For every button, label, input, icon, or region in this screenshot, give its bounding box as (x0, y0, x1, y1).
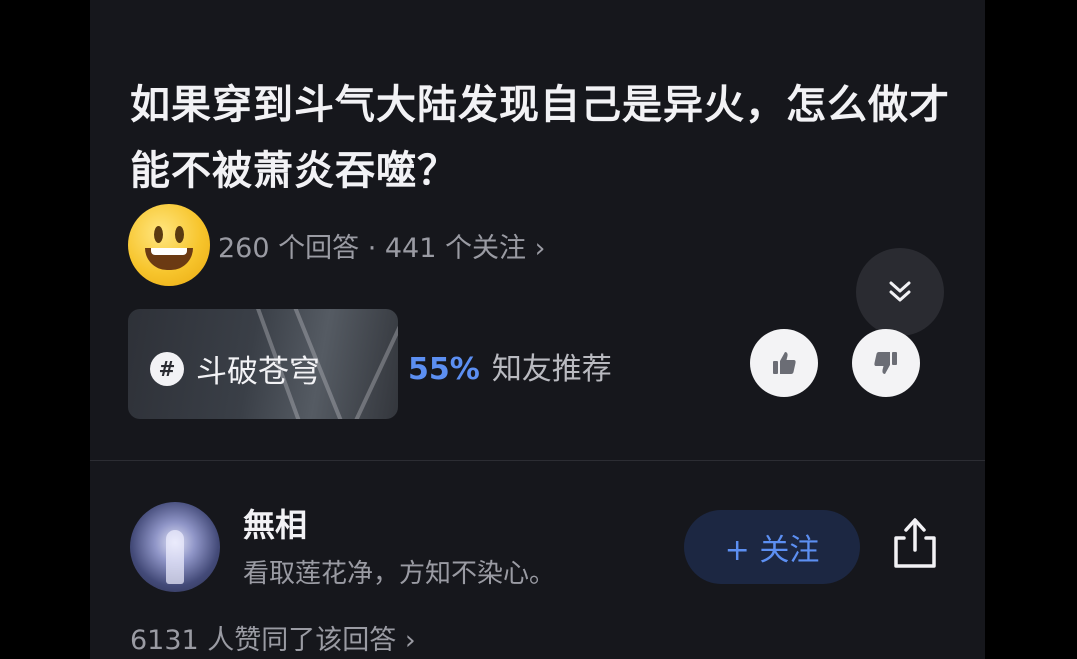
recommendation-text: 知友推荐 (491, 352, 612, 387)
double-chevron-down-icon (889, 281, 911, 302)
section-divider (90, 460, 985, 461)
avatar-figure (166, 530, 184, 584)
answer-screen: 如果穿到斗气大陆发现自己是异火，怎么做才能不被萧炎吞噬？ 260 个回答 · 4… (90, 0, 985, 659)
hash-icon: # (150, 351, 184, 386)
thumbs-down-icon (874, 352, 897, 374)
share-icon (894, 518, 936, 568)
topic-tag: # 斗破苍穹 (150, 346, 320, 391)
topic-card[interactable]: # 斗破苍穹 (128, 309, 398, 419)
emoji-right-eye (175, 226, 184, 243)
author-bio: 看取莲花净，方知不染心。 (243, 559, 556, 589)
author-name[interactable]: 無相 (243, 500, 307, 546)
topic-background-art (348, 309, 398, 419)
recommendation-rate: 55% 知友推荐 (408, 344, 612, 388)
question-title[interactable]: 如果穿到斗气大陆发现自己是异火，怎么做才能不被萧炎吞噬？ (130, 72, 950, 204)
agree-count-link[interactable]: 6131 人赞同了该回答 › (130, 618, 416, 657)
recommendation-percent: 55% (408, 352, 480, 387)
emoji-left-eye (154, 226, 163, 243)
emoji-mouth (145, 248, 193, 270)
topic-label: 斗破苍穹 (196, 354, 320, 390)
follow-button[interactable]: + 关注 (684, 510, 860, 584)
thumbs-down-button[interactable] (852, 329, 920, 397)
share-button[interactable] (890, 516, 940, 572)
question-stats-link[interactable]: 260 个回答 · 441 个关注 › (218, 226, 545, 265)
smiley-emoji-icon (128, 204, 210, 286)
collapse-button[interactable] (856, 248, 944, 336)
thumbs-up-icon (773, 352, 796, 374)
thumbs-up-button[interactable] (750, 329, 818, 397)
author-avatar[interactable] (130, 502, 220, 592)
